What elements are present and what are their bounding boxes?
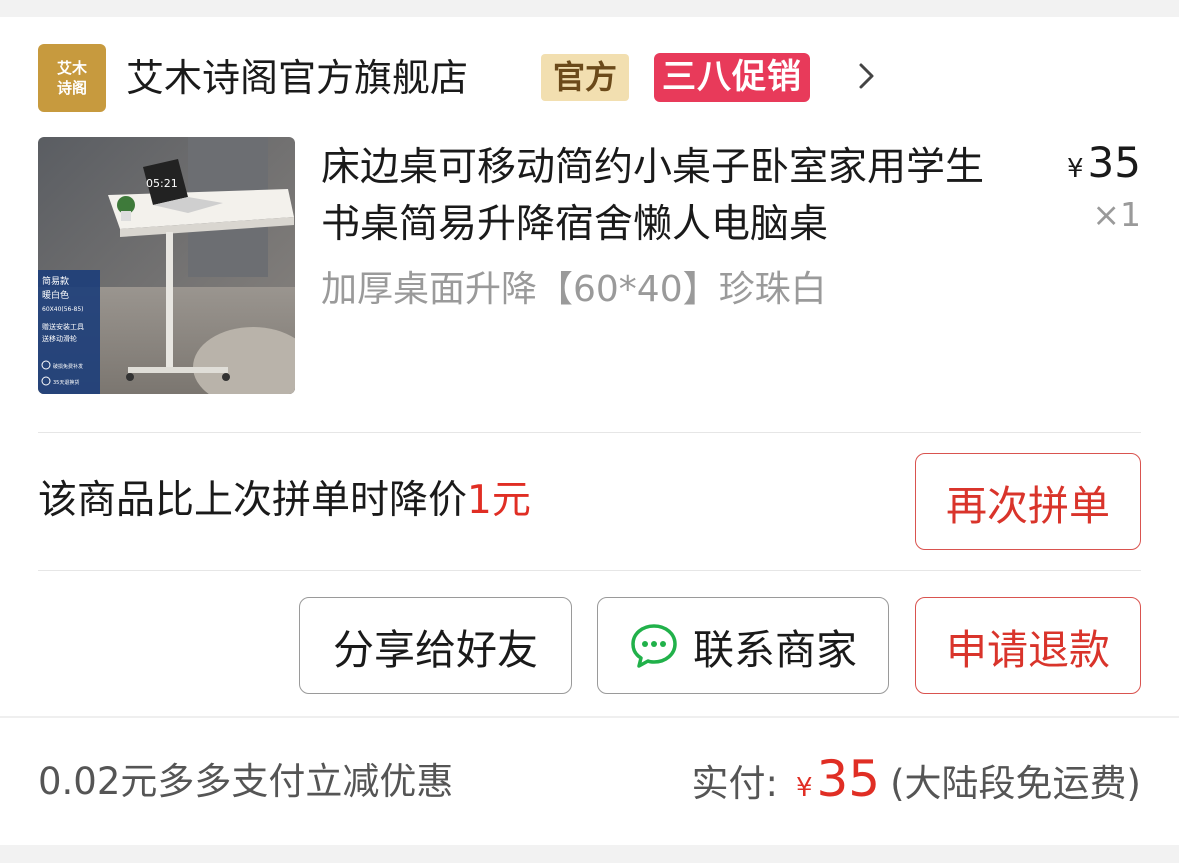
payment-discount: 0.02元多多支付立减优惠 <box>38 760 454 803</box>
tag-line-2: 暖白色 <box>42 289 69 301</box>
tag-line-4: 赠送安装工具 <box>42 322 84 331</box>
product-price: ¥35 <box>1067 135 1141 197</box>
product-thumbnail[interactable]: 05:21 简易款 暖白色 60X40(56-85) 赠送安装工具 送移动滑轮 … <box>38 137 295 394</box>
paid-label: 实付: <box>691 762 778 805</box>
order-card: 艾木 诗阁 艾木诗阁官方旗舰店 官方 三八促销 05:21 简易款 暖白色 60… <box>0 17 1179 845</box>
store-logo[interactable]: 艾木 诗阁 <box>38 44 106 112</box>
product-title[interactable]: 床边桌可移动简约小桌子卧室家用学生书桌简易升降宿舍懒人电脑桌 <box>321 139 1001 253</box>
shipping-note: (大陆段免运费) <box>890 762 1141 805</box>
wechat-chat-icon <box>631 623 677 668</box>
price-value: 35 <box>1087 138 1141 187</box>
price-drop-amount: 1元 <box>467 478 531 523</box>
chevron-right-icon[interactable] <box>852 61 882 91</box>
currency-symbol: ¥ <box>1067 154 1084 184</box>
paid-total: 实付: ¥ 35 (大陆段免运费) <box>691 749 1141 818</box>
store-name[interactable]: 艾木诗阁官方旗舰店 <box>126 51 468 105</box>
divider <box>38 432 1141 433</box>
refund-button[interactable]: 申请退款 <box>915 597 1141 694</box>
official-badge: 官方 <box>541 54 630 101</box>
laptop-clock: 05:21 <box>146 177 178 190</box>
contact-merchant-label: 联系商家 <box>693 625 857 674</box>
tag-line-6: 破损免费补发 <box>53 363 83 370</box>
product-spec: 加厚桌面升降【60*40】珍珠白 <box>321 269 827 310</box>
footer-divider <box>0 716 1179 718</box>
price-drop-text: 该商品比上次拼单时降价 <box>38 478 468 523</box>
tag-line-3: 60X40(56-85) <box>42 306 84 313</box>
tag-line-1: 简易款 <box>42 275 69 287</box>
divider <box>38 570 1141 571</box>
reorder-button[interactable]: 再次拼单 <box>915 453 1141 550</box>
store-logo-line1: 艾木 <box>56 59 87 77</box>
share-button[interactable]: 分享给好友 <box>299 597 572 694</box>
paid-currency: ¥ <box>795 773 813 803</box>
tag-line-7: 35天退换货 <box>53 379 79 386</box>
store-logo-line2: 诗阁 <box>56 79 87 97</box>
tag-line-5: 送移动滑轮 <box>42 334 77 343</box>
product-photo: 05:21 简易款 暖白色 60X40(56-85) 赠送安装工具 送移动滑轮 … <box>38 137 295 394</box>
contact-merchant-button[interactable]: 联系商家 <box>597 597 889 694</box>
promo-badge: 三八促销 <box>654 53 810 102</box>
paid-amount: 35 <box>816 750 881 808</box>
product-quantity: ×1 <box>1092 195 1141 234</box>
price-drop-notice: 该商品比上次拼单时降价1元 <box>38 473 531 529</box>
